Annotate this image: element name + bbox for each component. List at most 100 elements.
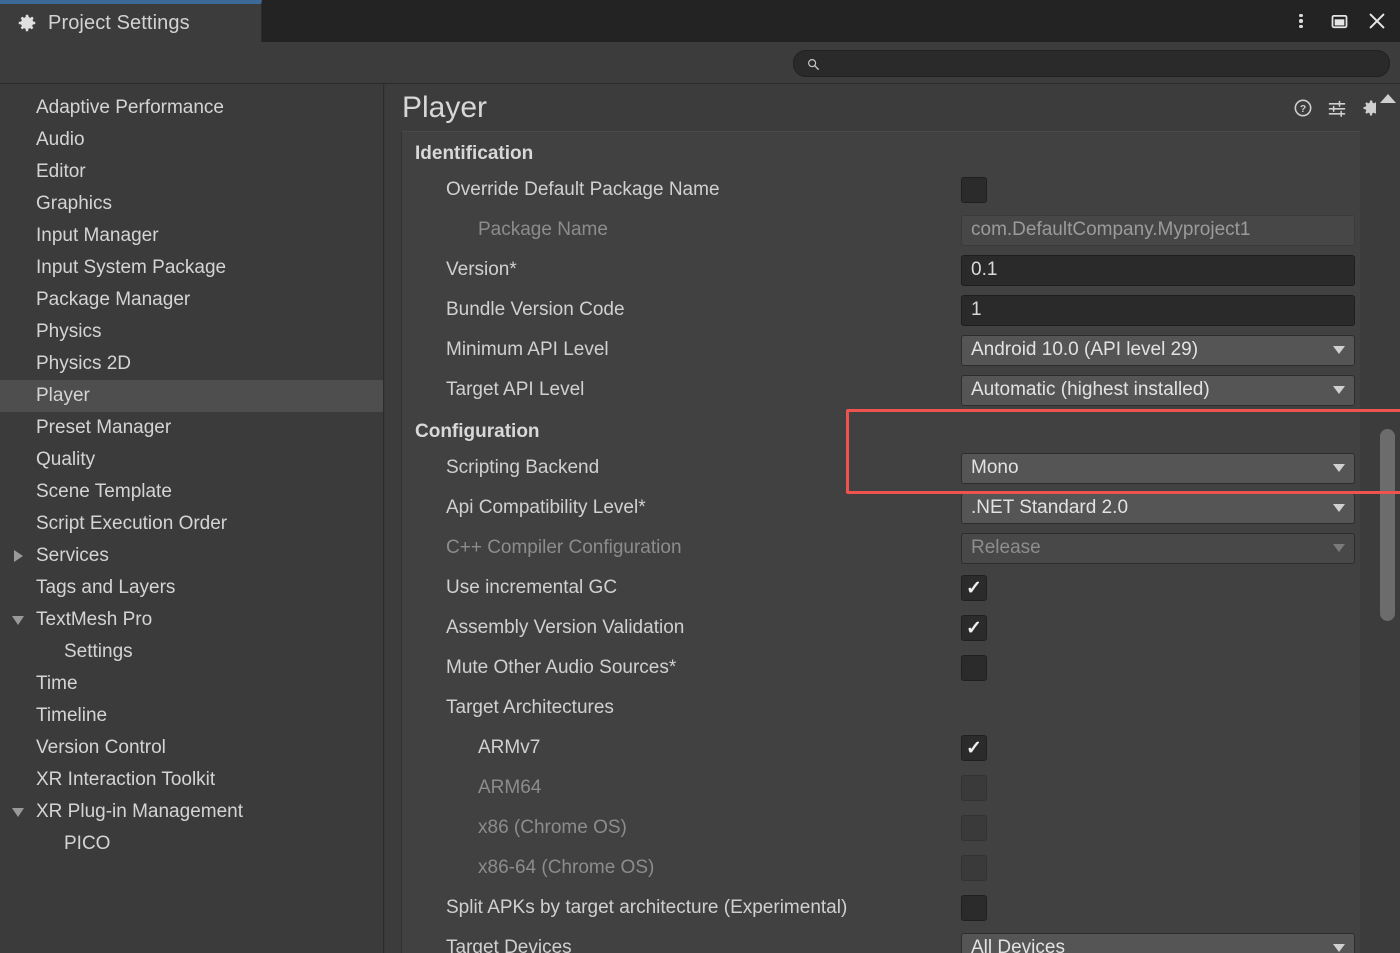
checkbox-unchecked[interactable] — [961, 655, 987, 681]
text-field[interactable]: 1 — [961, 295, 1355, 326]
setting-label: ARMv7 — [402, 737, 540, 759]
sidebar-item-label: Time — [28, 673, 78, 695]
chevron-down-icon[interactable] — [8, 616, 28, 625]
checkbox-checked[interactable]: ✓ — [961, 615, 987, 641]
dropdown[interactable]: .NET Standard 2.0 — [961, 493, 1355, 524]
setting-row: Override Default Package Name — [402, 170, 1360, 210]
setting-label: x86 (Chrome OS) — [402, 817, 627, 839]
sidebar-item-label: Editor — [28, 161, 86, 183]
sidebar-item-physics[interactable]: Physics — [0, 316, 383, 348]
scroll-up-arrow-icon[interactable] — [1380, 94, 1396, 103]
setting-row: ARM64 — [402, 768, 1360, 808]
sidebar-item-quality[interactable]: Quality — [0, 444, 383, 476]
search-input[interactable] — [820, 51, 1389, 76]
setting-row: Target Architectures — [402, 688, 1360, 728]
help-icon[interactable]: ? — [1293, 98, 1313, 118]
chevron-down-icon — [1333, 504, 1345, 512]
settings-sidebar[interactable]: Adaptive PerformanceAudio Editor Graphics I… — [0, 84, 384, 953]
dropdown[interactable]: Automatic (highest installed) — [961, 375, 1355, 406]
sidebar-item-physics-2d[interactable]: Physics 2D — [0, 348, 383, 380]
sidebar-item-time[interactable]: Time — [0, 668, 383, 700]
preset-sliders-icon[interactable] — [1327, 98, 1347, 118]
tab-project-settings[interactable]: Project Settings — [0, 0, 262, 42]
sidebar-item-audio[interactable]: Audio — [0, 124, 383, 156]
section-title: Identification — [402, 132, 1360, 170]
window-controls — [1284, 0, 1394, 42]
gear-icon — [16, 12, 38, 34]
panel-header-icons: ? — [1293, 84, 1381, 132]
kebab-menu-icon[interactable] — [1284, 4, 1318, 38]
checkbox-wrapper — [961, 815, 987, 841]
checkbox-checked[interactable]: ✓ — [961, 575, 987, 601]
checkbox-wrapper: ✓ — [961, 615, 987, 641]
checkbox-unchecked[interactable] — [961, 895, 987, 921]
search-icon — [806, 57, 820, 71]
settings-sections: IdentificationOverride Default Package N… — [402, 132, 1360, 953]
setting-row: Bundle Version Code1 — [402, 290, 1360, 330]
setting-row: C++ Compiler ConfigurationRelease — [402, 528, 1360, 568]
sidebar-item-preset-manager[interactable]: Preset Manager — [0, 412, 383, 444]
sidebar-item-label: Preset Manager — [28, 417, 171, 439]
setting-row: Package Namecom.DefaultCompany.Myproject… — [402, 210, 1360, 250]
search-bar-row — [0, 42, 1400, 84]
sidebar-item-textmesh-pro[interactable]: TextMesh Pro — [0, 604, 383, 636]
sidebar-item-version-control[interactable]: Version Control — [0, 732, 383, 764]
vertical-scroll-thumb[interactable] — [1380, 429, 1395, 621]
dropdown-value: Release — [971, 537, 1041, 559]
checkbox-wrapper: ✓ — [961, 735, 987, 761]
checkbox-wrapper — [961, 655, 987, 681]
vertical-scrollbar[interactable] — [1376, 84, 1400, 953]
chevron-down-icon[interactable] — [8, 808, 28, 817]
dropdown-value: Mono — [971, 457, 1019, 479]
sidebar-item-label: Input System Package — [28, 257, 226, 279]
setting-row: Split APKs by target architecture (Exper… — [402, 888, 1360, 928]
setting-row: Target API LevelAutomatic (highest insta… — [402, 370, 1360, 410]
chevron-down-icon — [1333, 346, 1345, 354]
sidebar-item-editor[interactable]: Editor — [0, 156, 383, 188]
dropdown[interactable]: All Devices — [961, 933, 1355, 953]
setting-row: Assembly Version Validation✓ — [402, 608, 1360, 648]
panel-header: Player ? — [385, 84, 1400, 132]
checkbox-unchecked[interactable] — [961, 177, 987, 203]
maximize-icon[interactable] — [1322, 4, 1356, 38]
checkbox-checked[interactable]: ✓ — [961, 735, 987, 761]
sidebar-item-tags-and-layers[interactable]: Tags and Layers — [0, 572, 383, 604]
sidebar-item-xr-interaction-toolkit[interactable]: XR Interaction Toolkit — [0, 764, 383, 796]
sidebar-item-adaptive-performance[interactable]: Adaptive Performance — [0, 92, 383, 124]
sidebar-item-player[interactable]: Player — [0, 380, 383, 412]
sidebar-item-input-system-package[interactable]: Input System Package — [0, 252, 383, 284]
setting-row: x86-64 (Chrome OS) — [402, 848, 1360, 888]
sidebar-item-settings[interactable]: Settings — [0, 636, 383, 668]
sidebar-item-xr-plug-in-management[interactable]: XR Plug-in Management — [0, 796, 383, 828]
checkbox-wrapper: ✓ — [961, 575, 987, 601]
sidebar-item-pico[interactable]: PICO — [0, 828, 383, 860]
setting-label: Use incremental GC — [402, 577, 617, 599]
readonly-text-field: com.DefaultCompany.Myproject1 — [961, 215, 1355, 246]
page-title: Player — [402, 91, 487, 125]
chevron-right-icon[interactable] — [8, 550, 28, 562]
title-bar: Project Settings — [0, 0, 1400, 42]
sidebar-item-script-execution-order[interactable]: Script Execution Order — [0, 508, 383, 540]
sidebar-item-package-manager[interactable]: Package Manager — [0, 284, 383, 316]
dropdown[interactable]: Android 10.0 (API level 29) — [961, 335, 1355, 366]
sidebar-item-timeline[interactable]: Timeline — [0, 700, 383, 732]
checkbox-unchecked[interactable] — [961, 775, 987, 801]
checkbox-unchecked[interactable] — [961, 855, 987, 881]
check-icon: ✓ — [966, 579, 982, 598]
sidebar-item-scene-template[interactable]: Scene Template — [0, 476, 383, 508]
chevron-down-icon — [1333, 544, 1345, 552]
checkbox-unchecked[interactable] — [961, 815, 987, 841]
sidebar-item-services[interactable]: Services — [0, 540, 383, 572]
sidebar-item-label: Input Manager — [28, 225, 159, 247]
setting-row: Use incremental GC ✓ — [402, 568, 1360, 608]
sidebar-item-label: XR Plug-in Management — [28, 801, 243, 823]
sidebar-item-input-manager[interactable]: Input Manager — [0, 220, 383, 252]
search-box[interactable] — [793, 50, 1390, 77]
close-icon[interactable] — [1360, 4, 1394, 38]
sidebar-item-label: Timeline — [28, 705, 107, 727]
text-field[interactable]: 0.1 — [961, 255, 1355, 286]
check-icon: ✓ — [966, 739, 982, 758]
setting-label: x86-64 (Chrome OS) — [402, 857, 654, 879]
dropdown[interactable]: Mono — [961, 453, 1355, 484]
sidebar-item-graphics[interactable]: Graphics — [0, 188, 383, 220]
